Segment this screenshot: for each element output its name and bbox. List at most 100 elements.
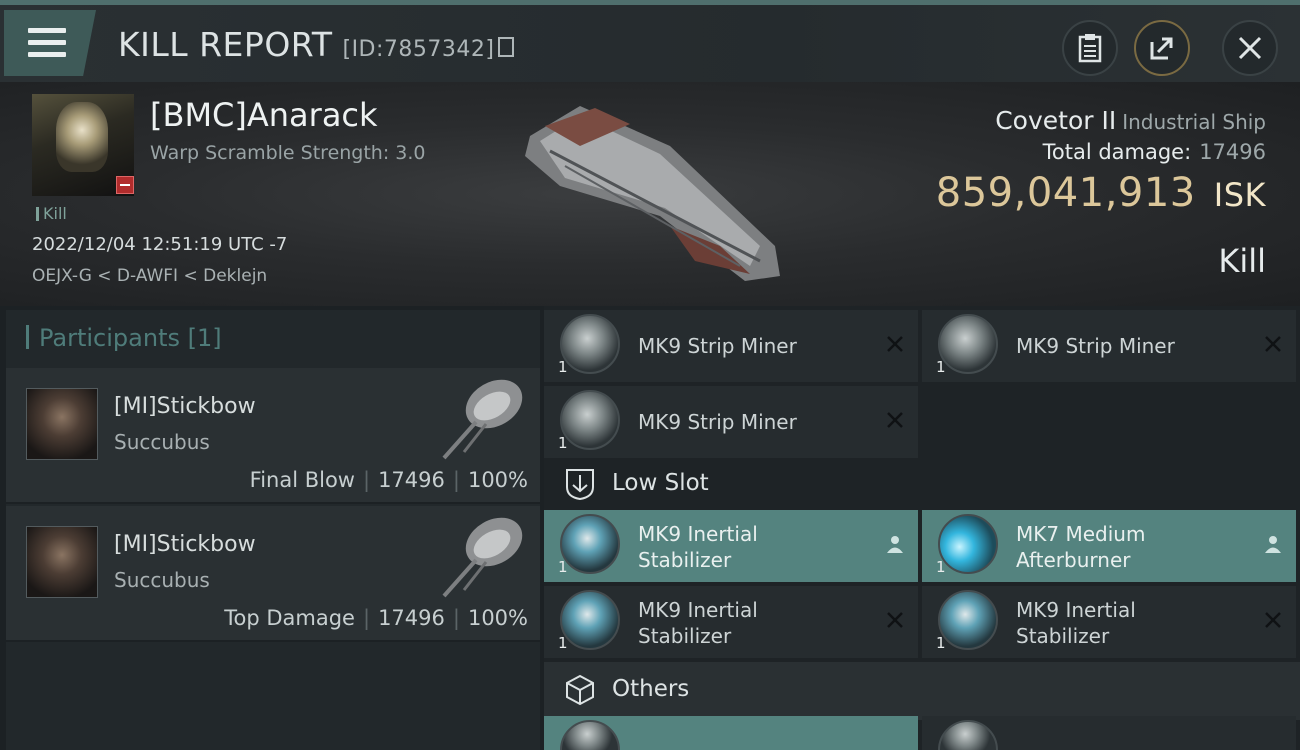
total-damage-value: 17496 (1199, 140, 1266, 164)
item-name: MK9 Strip Miner (1016, 334, 1175, 358)
participant-ship: Succubus (114, 430, 210, 454)
page-title: KILL REPORT [ID:7857342] (118, 25, 515, 64)
item-name-line: Stabilizer (1016, 624, 1110, 648)
participant-stats: Top Damage | 17496 | 100% (224, 606, 528, 630)
participant-role: Final Blow (249, 468, 355, 492)
strip-miner-icon (938, 314, 998, 374)
isk-value: 859,041,913 ISK (936, 170, 1266, 216)
clipboard-button[interactable] (1062, 20, 1118, 76)
participant-row[interactable]: [MI]Stickbow Succubus Final Blow | 17496 | 1… (6, 368, 540, 504)
total-damage-label: Total damage: (1042, 140, 1192, 164)
share-button[interactable] (1134, 20, 1190, 76)
item-name-line: Afterburner (1016, 548, 1131, 572)
ship-image (525, 106, 780, 281)
ship-name[interactable]: Covetor II Industrial Ship (995, 106, 1266, 135)
participant-name: [MI]Stickbow (114, 532, 256, 557)
warp-scramble-strength: Warp Scramble Strength: 3.0 (150, 142, 426, 164)
participant-ship-icon (442, 517, 523, 598)
copy-icon[interactable] (498, 37, 515, 57)
item-quantity: 1 (558, 358, 568, 376)
strip-miner-icon (560, 390, 620, 450)
destroyed-x-icon (887, 612, 903, 628)
item-name-line: Stabilizer (638, 548, 732, 572)
dropped-person-icon (1265, 536, 1281, 553)
destroyed-x-icon (887, 336, 903, 352)
cargo-box-icon (566, 674, 594, 706)
participant-damage: 17496 (378, 606, 445, 630)
strip-miner-icon (560, 314, 620, 374)
item-quantity: 1 (936, 358, 946, 376)
fitting-item[interactable]: 1 MK9 Inertial Stabilizer (544, 586, 918, 658)
standing-negative-icon (116, 176, 134, 194)
isk-amount: 859,041,913 (935, 170, 1196, 216)
fitting-item[interactable]: 1 MK9 Inertial Stabilizer (544, 510, 918, 582)
item-quantity: 1 (558, 634, 568, 652)
item-name-line: MK9 Inertial (638, 522, 758, 546)
destroyed-x-icon (1265, 612, 1281, 628)
participant-stats: Final Blow | 17496 | 100% (249, 468, 528, 492)
item-name-line: MK9 Inertial (1016, 598, 1136, 622)
participant-damage: 17496 (378, 468, 445, 492)
share-icon (1150, 37, 1173, 60)
participant-ship-icon (442, 379, 523, 460)
afterburner-icon (938, 514, 998, 574)
inertial-stabilizer-icon (560, 514, 620, 574)
header-bar: KILL REPORT [ID:7857342] (0, 5, 1300, 82)
low-slot-label: Low Slot (612, 470, 709, 496)
victim-banner: [BMC]Anarack Warp Scramble Strength: 3.0… (0, 82, 1300, 306)
fitting-item[interactable]: 1 MK9 Inertial Stabilizer (922, 586, 1296, 658)
fitting-item[interactable]: 1 MK9 Strip Miner (544, 386, 918, 458)
fitting-item[interactable] (544, 716, 918, 750)
item-name: MK9 Inertial Stabilizer (1016, 597, 1136, 649)
item-quantity: 1 (558, 434, 568, 452)
fitting-item[interactable]: 1 MK9 Strip Miner (544, 310, 918, 382)
kill-report-window: KILL REPORT [ID:7857342] [BMC]Anarack War… (0, 0, 1300, 750)
destroyed-x-icon (887, 412, 903, 428)
fitting-item[interactable]: 1 MK9 Strip Miner (922, 310, 1296, 382)
inertial-stabilizer-icon (938, 590, 998, 650)
fitting-item[interactable] (922, 716, 1296, 750)
participant-name: [MI]Stickbow (114, 394, 256, 419)
total-damage: Total damage: 17496 (1043, 140, 1266, 164)
destroyed-x-icon (1265, 336, 1281, 352)
fitting-item[interactable]: 1 MK7 Medium Afterburner (922, 510, 1296, 582)
dropped-person-icon (887, 536, 903, 553)
kill-status: Kill (1218, 242, 1266, 280)
participant-row[interactable]: [MI]Stickbow Succubus Top Damage | 17496 | 1… (6, 506, 540, 642)
item-name: MK9 Inertial Stabilizer (638, 521, 758, 573)
report-id: [ID:7857342] (342, 37, 495, 62)
participant-ship: Succubus (114, 568, 210, 592)
fitting-panel: 1 MK9 Strip Miner 1 MK9 Strip Miner 1 MK… (544, 306, 1300, 750)
participants-title-text: Participants [1] (39, 324, 222, 352)
item-quantity: 1 (936, 558, 946, 576)
item-name-line: MK9 Inertial (638, 598, 758, 622)
participant-avatar[interactable] (26, 388, 98, 460)
close-button[interactable] (1222, 20, 1278, 76)
kill-timestamp: 2022/12/04 12:51:19 UTC -7 (32, 234, 288, 255)
others-section: Others (544, 662, 1300, 720)
others-label: Others (612, 676, 690, 702)
participant-role: Top Damage (224, 606, 355, 630)
kill-location[interactable]: OEJX-G < D-AWFI < Deklejn (32, 266, 267, 286)
item-name-line: MK7 Medium (1016, 522, 1146, 546)
ship-name-text: Covetor II (995, 106, 1117, 135)
isk-unit: ISK (1213, 176, 1266, 214)
item-name-line: Stabilizer (638, 624, 732, 648)
item-name: MK7 Medium Afterburner (1016, 521, 1145, 573)
ship-class: Industrial Ship (1122, 110, 1266, 134)
victim-name[interactable]: [BMC]Anarack (150, 96, 378, 134)
kill-tag-label: Kill (43, 204, 67, 223)
item-icon (938, 720, 998, 750)
item-name: MK9 Inertial Stabilizer (638, 597, 758, 649)
participant-percent: 100% (467, 468, 528, 492)
close-icon (1238, 36, 1262, 60)
menu-button[interactable] (4, 10, 96, 76)
participants-panel: Participants [1] [MI]Stickbow Succubus F… (6, 310, 540, 750)
low-slot-section: Low Slot (544, 456, 1300, 514)
participant-avatar[interactable] (26, 526, 98, 598)
item-name: MK9 Strip Miner (638, 410, 797, 434)
low-slot-icon (566, 469, 594, 501)
item-quantity: 1 (936, 634, 946, 652)
item-quantity: 1 (558, 558, 568, 576)
participants-title: Participants [1] (26, 324, 222, 352)
